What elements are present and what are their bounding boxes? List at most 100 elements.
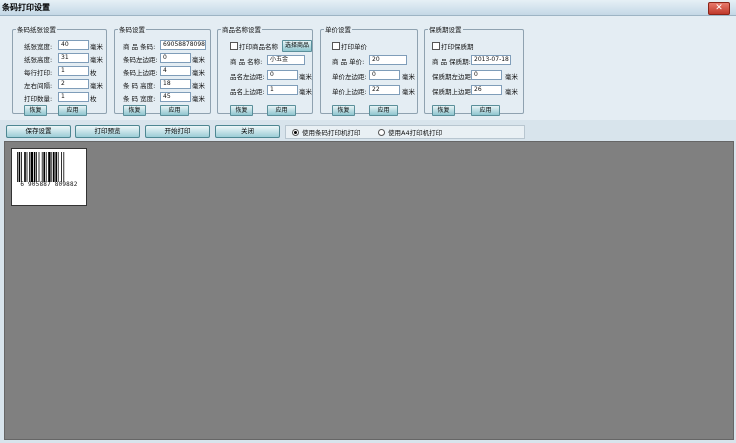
print-count-input[interactable]: 1 <box>58 92 89 102</box>
barcode-restore-button[interactable]: 恢复 <box>123 105 146 116</box>
barcode-bar <box>57 152 59 182</box>
barcode-printer-radio[interactable] <box>292 129 299 136</box>
barcode-bar <box>41 152 43 182</box>
expiry-input[interactable]: 2013-07-18 <box>471 55 511 65</box>
barcode-left-margin-label: 条码左边距: <box>123 56 158 64</box>
save-settings-button[interactable]: 保存设置 <box>6 125 71 138</box>
print-preview-button[interactable]: 打印预览 <box>75 125 140 138</box>
barcode-bar <box>29 152 30 182</box>
barcode-number-label: 商 品 条码: <box>123 43 156 51</box>
barcode-bar <box>30 152 33 182</box>
expiry-top-margin-label: 保质期上边距: <box>432 88 474 96</box>
barcode-bar <box>33 152 36 182</box>
barcode-bar <box>45 152 47 182</box>
barcode-left-margin-input[interactable]: 0 <box>160 53 191 63</box>
barcode-width-unit: 毫米 <box>192 95 205 103</box>
price-apply-button[interactable]: 应用 <box>369 105 398 116</box>
paper-width-input[interactable]: 40 <box>58 40 89 50</box>
barcode-top-margin-input[interactable]: 4 <box>160 66 191 76</box>
barcode-settings-group: 条码设置 商 品 条码: 6905887809882 条码左边距: 0 毫米 条… <box>114 24 211 116</box>
price-left-margin-input[interactable]: 0 <box>369 70 400 80</box>
close-window-button[interactable]: ✕ <box>708 2 730 15</box>
a4-printer-radio-label: 使用A4打印机打印 <box>388 129 443 137</box>
start-print-button[interactable]: 开始打印 <box>145 125 210 138</box>
price-restore-button[interactable]: 恢复 <box>332 105 355 116</box>
name-top-margin-unit: 毫米 <box>299 88 312 96</box>
name-left-margin-label: 品名左边距: <box>230 73 265 81</box>
title-bar: 条码打印设置 ✕ <box>0 0 736 16</box>
print-name-checkbox-label: 打印商品名称 <box>239 43 278 51</box>
expiry-restore-button[interactable]: 恢复 <box>432 105 455 116</box>
barcode-bar <box>43 152 45 182</box>
paper-settings-group: 条码纸张设置 纸张宽度: 40 毫米 纸张高度: 31 毫米 每行打印: 1 枚… <box>12 24 107 116</box>
name-restore-button[interactable]: 恢复 <box>230 105 253 116</box>
barcode-apply-button[interactable]: 应用 <box>160 105 189 116</box>
name-left-margin-input[interactable]: 0 <box>267 70 298 80</box>
per-row-unit: 枚 <box>90 69 97 77</box>
barcode-bar <box>53 152 55 182</box>
name-top-margin-label: 品名上边距: <box>230 88 265 96</box>
barcode-bar <box>17 152 18 182</box>
expiry-settings-legend: 保质期设置 <box>429 26 462 34</box>
barcode-bar <box>63 152 65 182</box>
barcode-height-unit: 毫米 <box>192 82 205 90</box>
barcode-settings-legend: 条码设置 <box>119 26 145 34</box>
gap-label: 左右间隔: <box>24 82 53 90</box>
barcode-height-input[interactable]: 18 <box>160 79 191 89</box>
price-input[interactable]: 20 <box>369 55 407 65</box>
price-top-margin-label: 单价上边距: <box>332 88 367 96</box>
paper-apply-button[interactable]: 应用 <box>58 105 87 116</box>
select-product-button[interactable]: 选择商品 <box>282 40 312 52</box>
name-top-margin-input[interactable]: 1 <box>267 85 298 95</box>
print-expiry-checkbox[interactable] <box>432 42 440 50</box>
barcode-bar <box>36 152 37 182</box>
printer-type-group: 使用条码打印机打印 使用A4打印机打印 <box>285 125 525 139</box>
preview-canvas: 6 905887 809882 <box>4 141 734 440</box>
price-left-margin-unit: 毫米 <box>402 73 415 81</box>
price-top-margin-input[interactable]: 22 <box>369 85 400 95</box>
barcode-bar <box>26 152 28 182</box>
barcode-printer-radio-label: 使用条码打印机打印 <box>302 129 361 137</box>
barcode-bar <box>18 152 21 182</box>
print-count-label: 打印数量: <box>24 95 53 103</box>
paper-restore-button[interactable]: 恢复 <box>24 105 47 116</box>
per-row-input[interactable]: 1 <box>58 66 89 76</box>
expiry-label: 商 品 保质期: <box>432 58 471 66</box>
product-name-input[interactable]: 小五金 <box>267 55 305 65</box>
barcode-bar <box>24 152 26 182</box>
a4-printer-radio[interactable] <box>378 129 385 136</box>
barcode-top-margin-label: 条码上边距: <box>123 69 158 77</box>
expiry-apply-button[interactable]: 应用 <box>471 105 500 116</box>
barcode-bar <box>38 152 40 182</box>
price-label: 商 品 单价: <box>332 58 365 66</box>
expiry-left-margin-label: 保质期左边距: <box>432 73 474 81</box>
print-count-unit: 枚 <box>90 95 97 103</box>
gap-input[interactable]: 2 <box>58 79 89 89</box>
barcode-number-input[interactable]: 6905887809882 <box>160 40 206 50</box>
barcode-bar <box>55 152 57 182</box>
paper-width-label: 纸张宽度: <box>24 43 53 51</box>
paper-height-input[interactable]: 31 <box>58 53 89 63</box>
print-name-checkbox[interactable] <box>230 42 238 50</box>
product-name-settings-legend: 商品名称设置 <box>222 26 261 34</box>
close-button[interactable]: 关闭 <box>215 125 280 138</box>
product-name-settings-group: 商品名称设置 打印商品名称 选择商品 商 品 名称: 小五金 品名左边距: 0 … <box>217 24 313 116</box>
paper-width-unit: 毫米 <box>90 43 103 51</box>
print-price-checkbox-label: 打印单价 <box>341 43 367 51</box>
gap-unit: 毫米 <box>90 82 103 90</box>
barcode-left-margin-unit: 毫米 <box>192 56 205 64</box>
settings-panel: 条码纸张设置 纸张宽度: 40 毫米 纸张高度: 31 毫米 每行打印: 1 枚… <box>0 16 736 120</box>
expiry-top-margin-input[interactable]: 26 <box>471 85 502 95</box>
barcode-top-margin-unit: 毫米 <box>192 69 205 77</box>
action-toolbar: 保存设置 打印预览 开始打印 关闭 使用条码打印机打印 使用A4打印机打印 <box>0 121 736 141</box>
barcode-bar <box>21 152 22 182</box>
name-left-margin-unit: 毫米 <box>299 73 312 81</box>
window-title: 条码打印设置 <box>2 3 50 12</box>
name-apply-button[interactable]: 应用 <box>267 105 296 116</box>
print-price-checkbox[interactable] <box>332 42 340 50</box>
expiry-left-margin-unit: 毫米 <box>505 73 518 81</box>
paper-settings-legend: 条码纸张设置 <box>17 26 56 34</box>
barcode-width-input[interactable]: 45 <box>160 92 191 102</box>
expiry-left-margin-input[interactable]: 0 <box>471 70 502 80</box>
price-top-margin-unit: 毫米 <box>402 88 415 96</box>
